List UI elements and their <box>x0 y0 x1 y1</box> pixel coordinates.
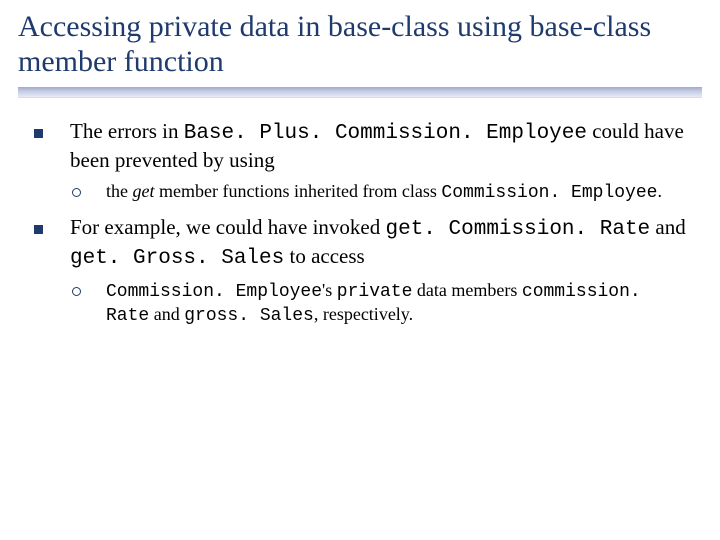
code: get. Commission. Rate <box>386 218 651 241</box>
code: Commission. Employee <box>106 282 322 302</box>
slide-title: Accessing private data in base-class usi… <box>0 0 720 85</box>
square-bullet-icon <box>30 118 70 174</box>
bullet-1-sub-1-text: the get member functions inherited from … <box>106 180 690 205</box>
text: , respectively. <box>314 304 413 324</box>
code: gross. Sales <box>184 306 314 326</box>
code: Commission. Employee <box>441 183 657 203</box>
bullet-2-sub-1: Commission. Employee's private data memb… <box>70 279 690 328</box>
text: For example, we could have invoked <box>70 215 386 239</box>
text: data members <box>412 280 521 300</box>
slide-body: The errors in Base. Plus. Commission. Em… <box>0 98 720 328</box>
text: The errors in <box>70 119 184 143</box>
bullet-1-sub-1: the get member functions inherited from … <box>70 180 690 205</box>
bullet-2: For example, we could have invoked get. … <box>30 214 690 273</box>
code: Base. Plus. Commission. Employee <box>184 122 587 145</box>
bullet-1: The errors in Base. Plus. Commission. Em… <box>30 118 690 174</box>
text: member functions inherited from class <box>155 181 442 201</box>
code: get. Gross. Sales <box>70 247 284 270</box>
code: private <box>337 282 413 302</box>
title-underline <box>18 87 702 98</box>
text: and <box>650 215 686 239</box>
text: to access <box>284 244 364 268</box>
text: and <box>149 304 184 324</box>
slide: Accessing private data in base-class usi… <box>0 0 720 540</box>
circle-bullet-icon <box>70 180 106 205</box>
bullet-1-text: The errors in Base. Plus. Commission. Em… <box>70 118 690 174</box>
text: . <box>657 181 662 201</box>
text: the <box>106 181 133 201</box>
circle-bullet-icon <box>70 279 106 328</box>
text: 's <box>322 280 337 300</box>
italic: get <box>133 181 155 201</box>
square-bullet-icon <box>30 214 70 273</box>
bullet-2-sub-1-text: Commission. Employee's private data memb… <box>106 279 690 328</box>
bullet-2-text: For example, we could have invoked get. … <box>70 214 690 273</box>
